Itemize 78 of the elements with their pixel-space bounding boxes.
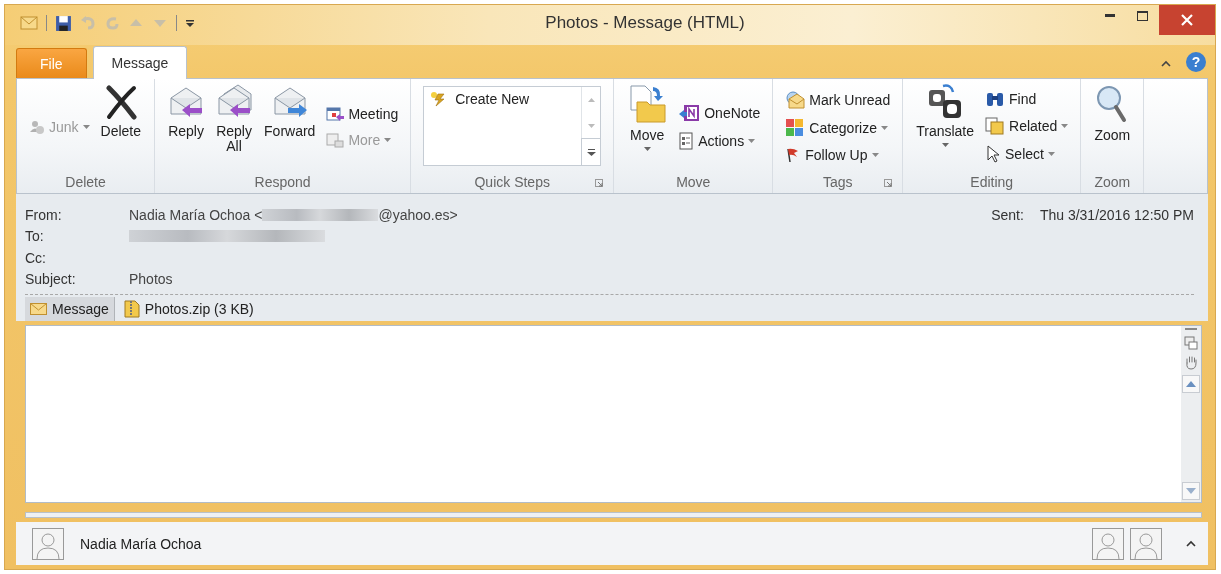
up-arrow-icon xyxy=(1186,381,1196,387)
people-icon xyxy=(29,118,45,135)
maximize-icon xyxy=(1136,11,1148,21)
ribbon-button[interactable]: Related xyxy=(981,114,1073,137)
group-label: Delete xyxy=(65,174,106,190)
down-arrow-icon xyxy=(1186,488,1196,494)
scroll-up-button[interactable] xyxy=(1182,375,1200,393)
save-icon[interactable] xyxy=(55,14,72,32)
close-icon xyxy=(1181,14,1193,26)
envelope-icon xyxy=(30,303,47,315)
field-value: Thu 3/31/2016 12:50 PM xyxy=(1039,206,1194,223)
ribbon-button[interactable]: Reply xyxy=(163,82,210,168)
customize-caret-icon[interactable] xyxy=(185,18,195,28)
expand-gallery-button[interactable] xyxy=(581,138,602,166)
documents-icon xyxy=(985,116,1006,135)
ribbon-button[interactable]: Move xyxy=(622,82,673,168)
field-label: To: xyxy=(25,228,45,245)
quick-step-item[interactable]: Create New xyxy=(427,90,532,108)
dash-icon xyxy=(1185,328,1197,331)
ribbon-button[interactable]: Zoom xyxy=(1089,82,1136,168)
cursor-icon xyxy=(985,144,1002,163)
group-label: Quick Steps xyxy=(474,174,550,190)
lightning-icon xyxy=(429,91,448,107)
binoculars-icon xyxy=(985,90,1006,107)
group-label: Editing xyxy=(970,174,1014,190)
ribbon-button[interactable]: Delete xyxy=(95,82,147,168)
avatar-icon xyxy=(32,527,64,560)
ribbon-button[interactable]: Find xyxy=(981,88,1073,109)
ribbon-button[interactable]: Mark Unread xyxy=(781,88,895,111)
field-value: @yahoo.es> xyxy=(378,206,458,223)
dialog-launcher-icon[interactable] xyxy=(595,179,604,187)
field-label: From: xyxy=(25,206,63,223)
group-label: Move xyxy=(676,174,711,190)
folder-icon xyxy=(627,84,668,124)
field-value: Photos xyxy=(129,271,173,288)
hand-icon[interactable] xyxy=(1184,355,1198,370)
ribbon-button[interactable]: Forward xyxy=(259,82,321,168)
field-label: Cc: xyxy=(25,249,47,266)
color-squares-icon xyxy=(785,118,806,137)
attachment-item[interactable]: Photos.zip (3 KB) xyxy=(118,297,259,321)
onenote-icon xyxy=(678,103,701,122)
expand-icon xyxy=(586,148,596,156)
picture-frame-icon[interactable] xyxy=(1184,336,1198,350)
group-label: Tags xyxy=(822,174,853,190)
ribbon-button[interactable]: Actions xyxy=(674,129,765,152)
field-label: Sent: xyxy=(991,206,1024,223)
ribbon-button[interactable]: Meeting xyxy=(322,103,403,124)
envelope-icon[interactable] xyxy=(20,16,38,30)
minimize-icon xyxy=(1105,14,1115,18)
up-arrow-icon xyxy=(587,97,595,102)
down-arrow-icon xyxy=(587,123,595,128)
ribbon-button[interactable]: Follow Up xyxy=(781,144,895,165)
field-label: Subject: xyxy=(25,271,77,288)
ribbon-button[interactable]: OneNote xyxy=(674,101,765,124)
scroll-down-button[interactable] xyxy=(1182,482,1200,500)
message-tab[interactable]: Message xyxy=(25,297,115,321)
ribbon-button[interactable]: Categorize xyxy=(781,116,895,139)
reply-all-envelope-icon xyxy=(216,84,253,120)
expand-caret-icon[interactable] xyxy=(1186,540,1196,547)
ribbon-tab[interactable]: Message xyxy=(92,46,188,79)
ribbon-button[interactable]: Reply All xyxy=(211,82,258,168)
group-label: Zoom xyxy=(1094,174,1131,190)
close-button[interactable] xyxy=(1159,5,1215,35)
avatar-icon[interactable] xyxy=(1092,527,1124,560)
envelope-icon xyxy=(785,90,806,109)
ribbon-button[interactable]: Translate xyxy=(911,82,980,168)
collapse-ribbon-icon[interactable] xyxy=(1160,59,1172,67)
ribbon-button[interactable]: Select xyxy=(981,142,1073,165)
window-title: Photos - Message (HTML) xyxy=(544,12,746,34)
contact-name: Nadia María Ochoa xyxy=(80,535,202,552)
document-icon xyxy=(678,131,695,150)
field-value: Nadia María Ochoa < xyxy=(129,206,263,223)
zip-file-icon xyxy=(123,300,140,318)
help-button[interactable]: ? xyxy=(1186,52,1206,72)
group-label: Respond xyxy=(254,174,311,190)
translate-icon xyxy=(927,84,964,120)
avatar-icon[interactable] xyxy=(1130,527,1162,560)
dialog-launcher-icon[interactable] xyxy=(884,179,893,187)
